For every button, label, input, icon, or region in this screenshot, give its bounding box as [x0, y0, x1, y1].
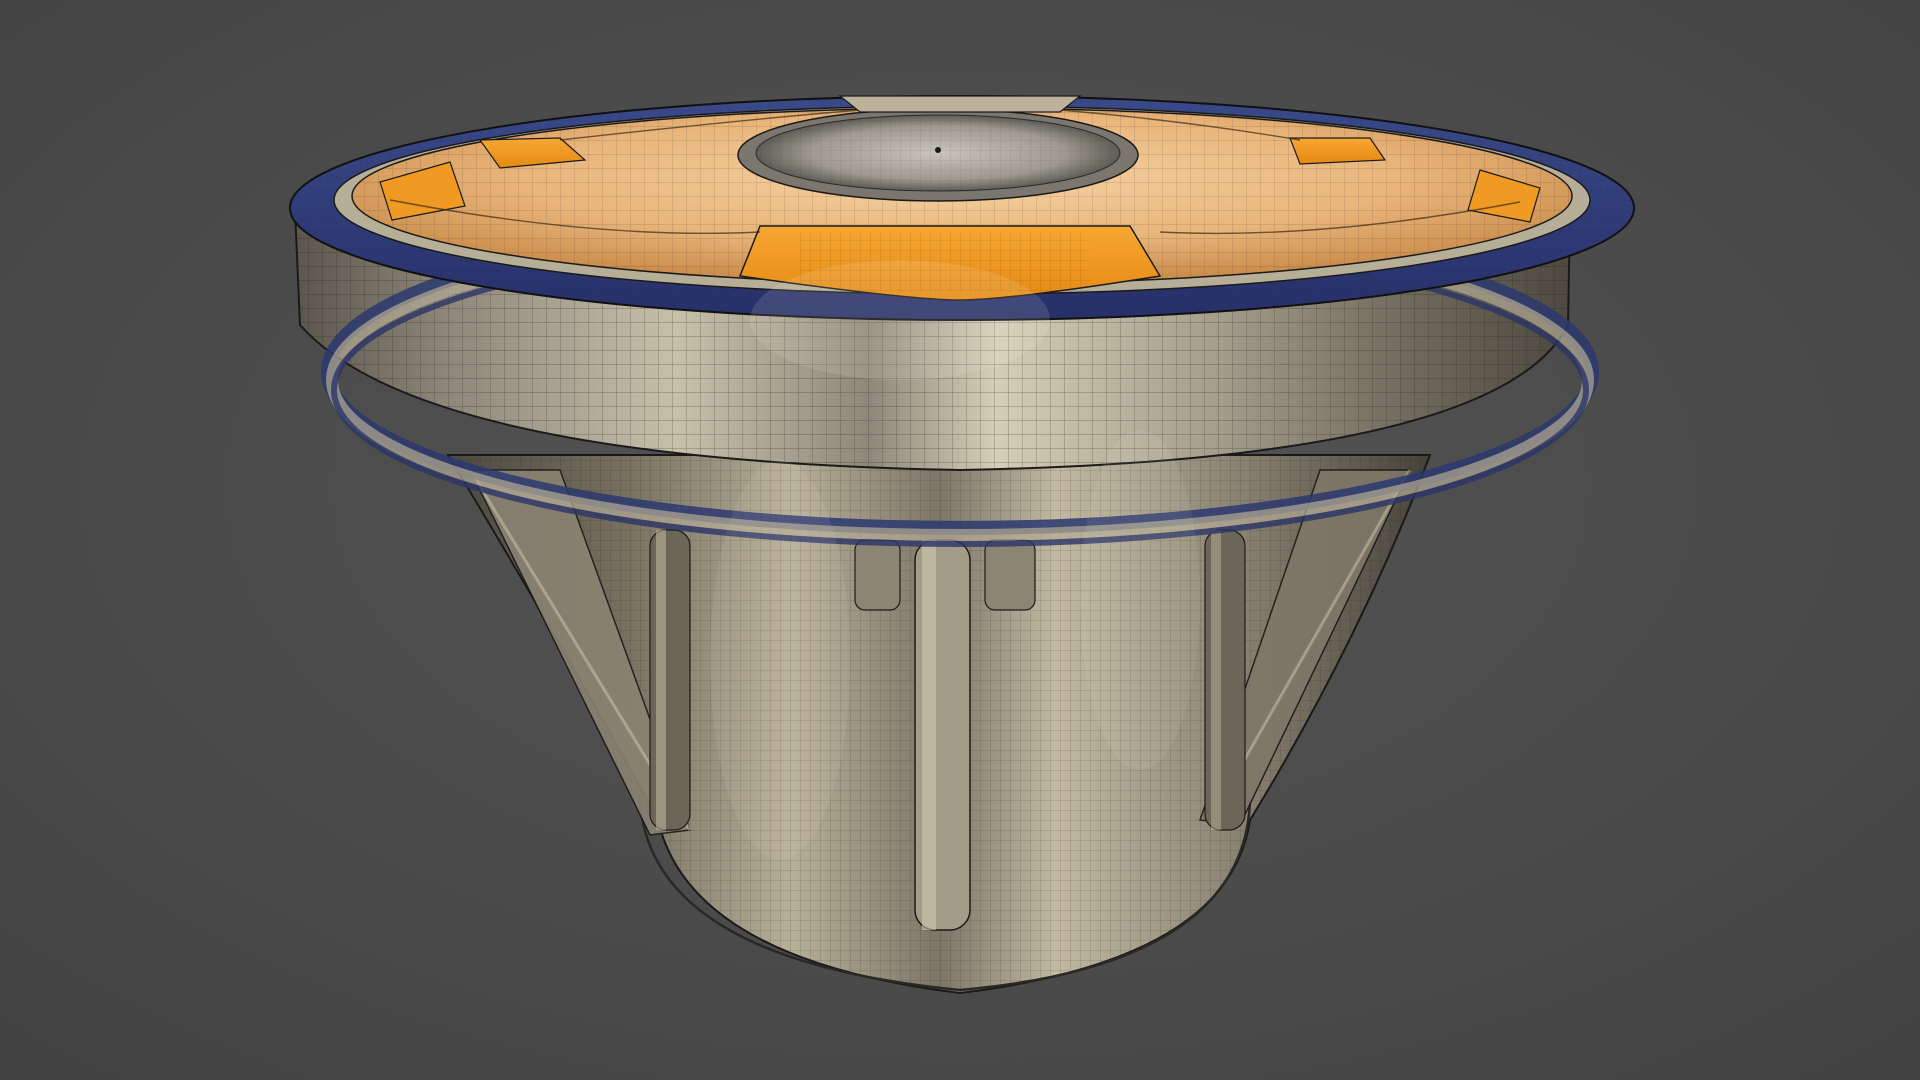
- render-viewport: [0, 0, 1920, 1080]
- crown-center-bowl: [737, 108, 1139, 202]
- skirt-groove-right: [1204, 529, 1246, 831]
- skirt-groove-left: [649, 529, 691, 831]
- crown-back-notch: [838, 95, 1082, 113]
